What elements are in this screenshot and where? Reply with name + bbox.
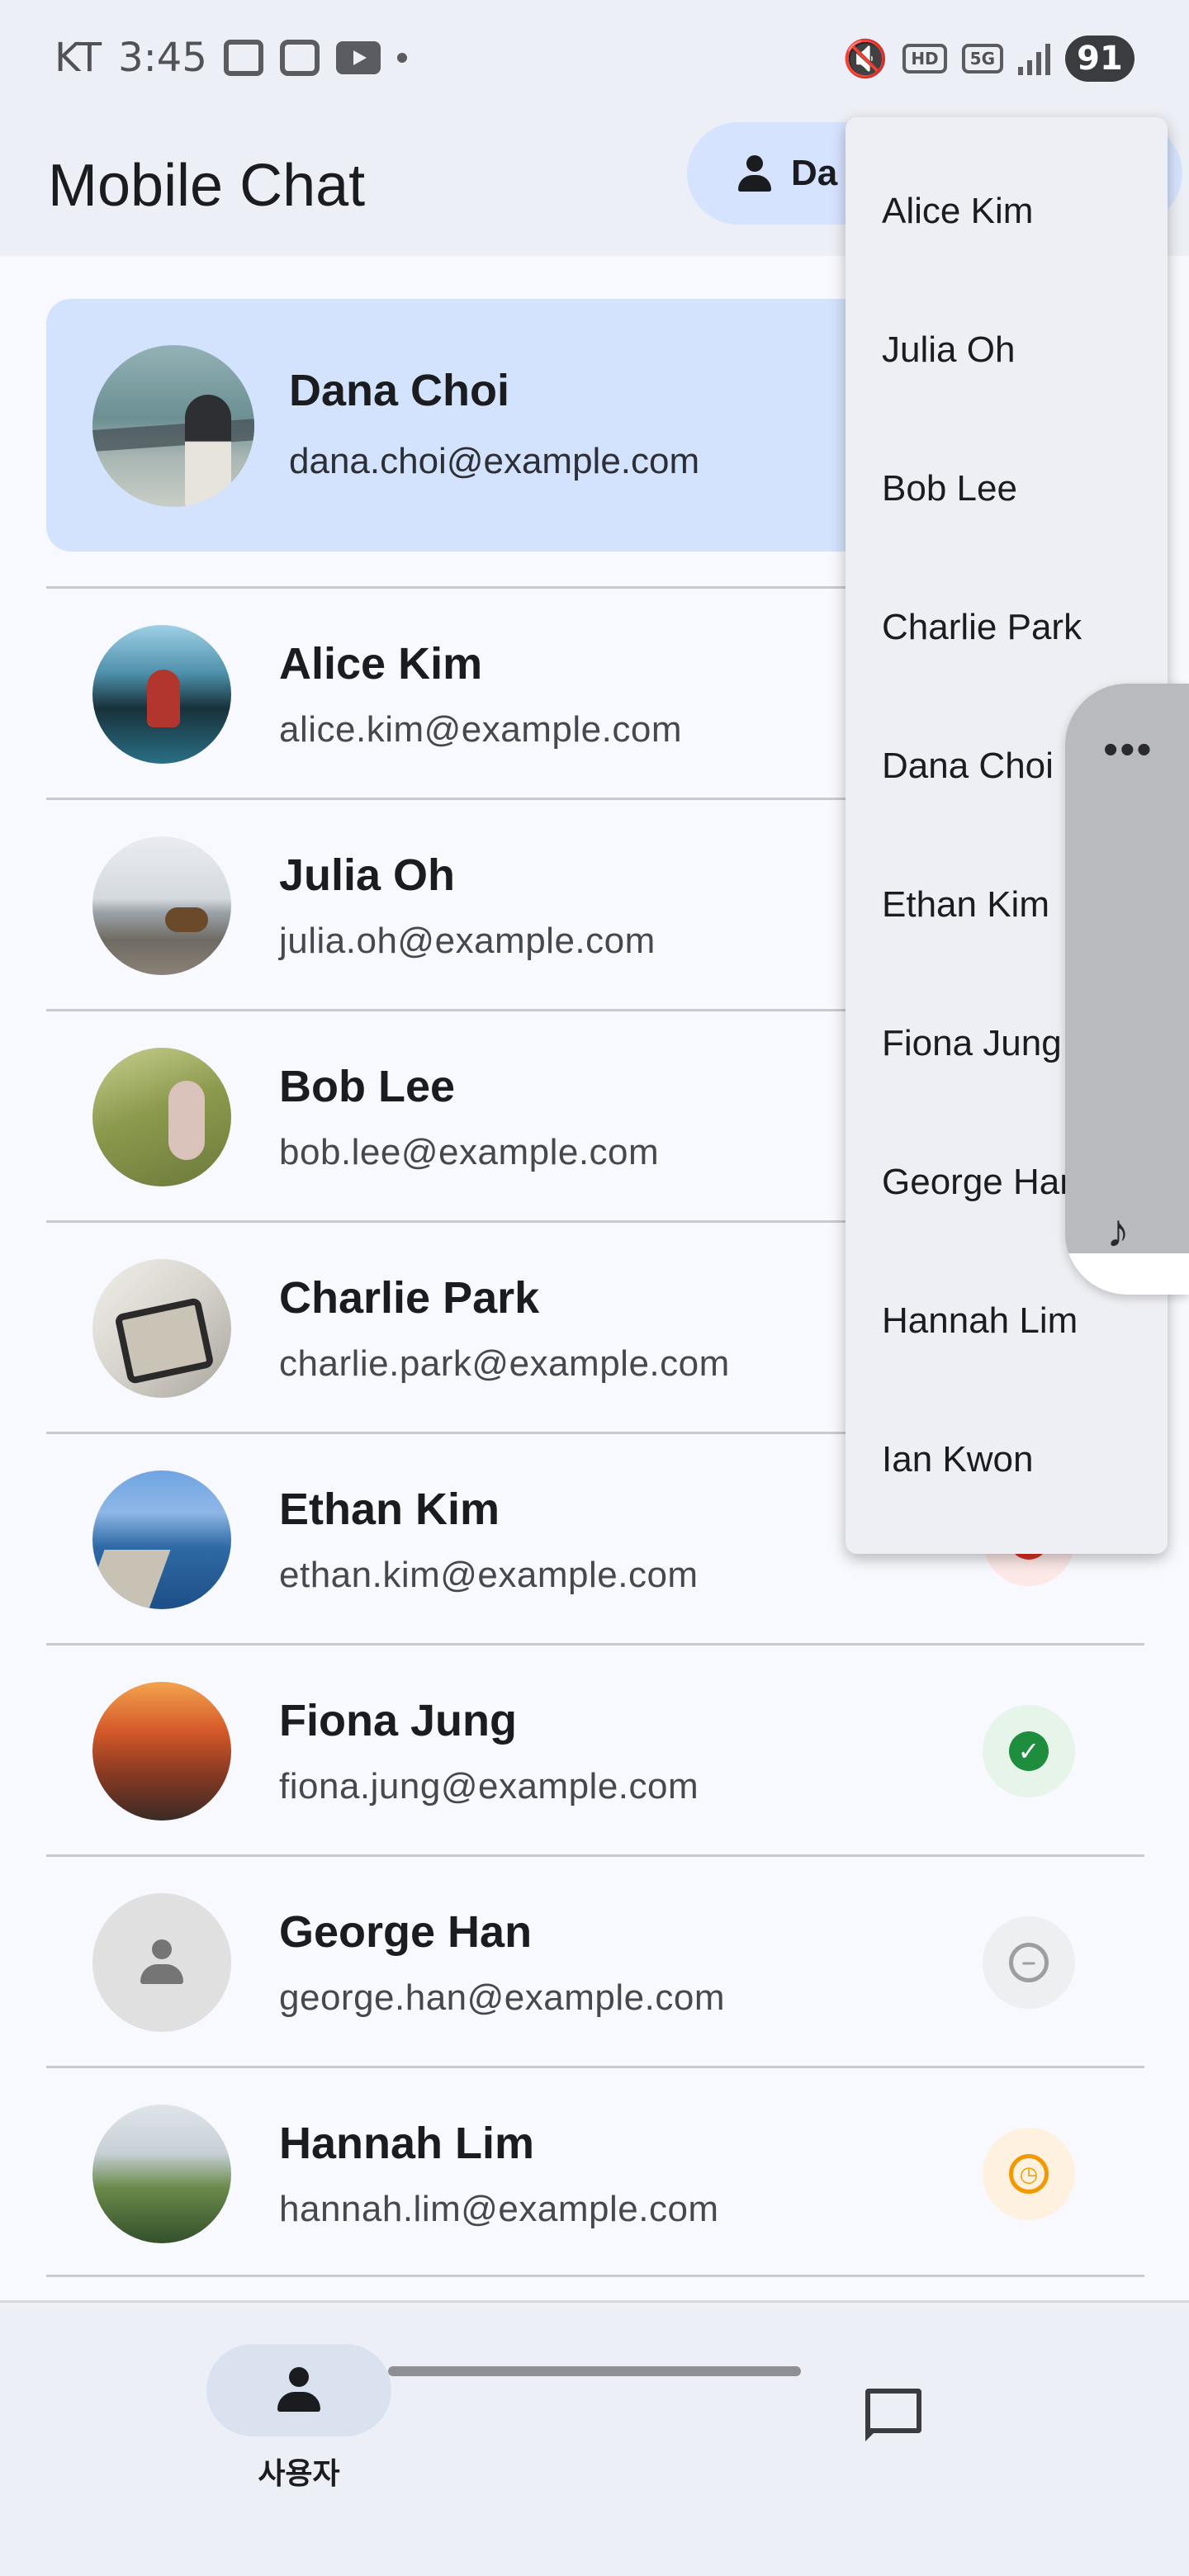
status-bar: KT 3:45 🔇 HD 5G 91 xyxy=(0,0,1189,116)
menu-item-charlie-park[interactable]: Charlie Park xyxy=(846,558,1168,697)
status-left: KT 3:45 xyxy=(54,31,407,84)
selected-user-name: Dana Choi xyxy=(289,366,510,415)
person-icon xyxy=(737,155,773,192)
status-badge: ✓ xyxy=(983,1705,1075,1797)
avatar xyxy=(92,836,231,975)
avatar xyxy=(92,1259,231,1398)
mute-icon: 🔇 xyxy=(842,38,888,80)
check-circle-icon: ✓ xyxy=(1009,1731,1049,1771)
contact-name: Hannah Lim xyxy=(279,2119,535,2168)
contact-email: ethan.kim@example.com xyxy=(279,1555,699,1595)
table-row[interactable]: Fiona Jung fiona.jung@example.com ✓ xyxy=(46,1643,1144,1854)
avatar xyxy=(92,2105,231,2243)
signal-icon xyxy=(1018,42,1050,75)
notification-dot-icon xyxy=(396,53,407,63)
contact-email: hannah.lim@example.com xyxy=(279,2189,719,2229)
contact-email: george.han@example.com xyxy=(279,1977,725,2018)
menu-item-ian-kwon[interactable]: Ian Kwon xyxy=(846,1390,1168,1529)
person-icon xyxy=(139,1939,185,1986)
status-badge: – xyxy=(983,1916,1075,2009)
more-horiz-icon[interactable]: ••• xyxy=(1103,728,1153,771)
menu-item-alice-kim[interactable]: Alice Kim xyxy=(846,142,1168,281)
contact-name: Ethan Kim xyxy=(279,1485,500,1534)
menu-item-bob-lee[interactable]: Bob Lee xyxy=(846,419,1168,558)
avatar xyxy=(92,1893,231,2032)
avatar xyxy=(92,1048,231,1186)
avatar xyxy=(92,345,254,507)
do-not-disturb-icon: – xyxy=(1009,1943,1049,1982)
avatar xyxy=(92,625,231,764)
contact-email: charlie.park@example.com xyxy=(279,1343,730,1384)
contact-email: julia.oh@example.com xyxy=(279,921,656,961)
table-row[interactable]: George Han george.han@example.com – xyxy=(46,1854,1144,2066)
contact-name: Bob Lee xyxy=(279,1062,456,1111)
contact-name: Julia Oh xyxy=(279,850,456,900)
bottom-navigation: 사용자 xyxy=(0,2300,1189,2576)
contact-email: fiona.jung@example.com xyxy=(279,1766,699,1807)
contact-name: Charlie Park xyxy=(279,1273,540,1323)
person-icon xyxy=(276,2367,322,2413)
user-chip-label: Da xyxy=(791,153,838,193)
clock-icon: ◷ xyxy=(1009,2154,1049,2194)
widget-handle xyxy=(1065,1253,1189,1295)
hd-tag: HD xyxy=(902,44,947,73)
page-title: Mobile Chat xyxy=(48,153,366,219)
carrier-label: KT xyxy=(54,35,102,81)
contact-name: Fiona Jung xyxy=(279,1696,517,1745)
nav-tab-users[interactable] xyxy=(206,2344,391,2436)
nav-tab-users-label: 사용자 xyxy=(258,2457,340,2491)
screenshot-icon xyxy=(223,40,263,76)
battery-indicator: 91 xyxy=(1065,36,1135,82)
contact-name: George Han xyxy=(279,1907,533,1957)
chat-bubble-icon[interactable] xyxy=(862,2385,925,2445)
music-note-icon[interactable]: ♪ xyxy=(1106,1204,1130,1257)
gesture-bar xyxy=(388,2366,801,2376)
youtube-icon xyxy=(335,41,381,74)
selected-user-email: dana.choi@example.com xyxy=(289,441,700,481)
network-5g-tag: 5G xyxy=(961,44,1003,73)
contact-email: bob.lee@example.com xyxy=(279,1132,660,1172)
status-right: 🔇 HD 5G 91 xyxy=(843,33,1135,84)
menu-item-julia-oh[interactable]: Julia Oh xyxy=(846,281,1168,419)
avatar xyxy=(92,1682,231,1821)
contact-name: Alice Kim xyxy=(279,639,483,689)
floating-music-widget[interactable]: ••• ♪ xyxy=(1065,684,1189,1295)
status-badge: ◷ xyxy=(983,2128,1075,2220)
table-row[interactable]: Hannah Lim hannah.lim@example.com ◷ xyxy=(46,2066,1144,2277)
clock: 3:45 xyxy=(118,35,207,81)
screen-record-icon xyxy=(279,40,320,76)
avatar xyxy=(92,1470,231,1609)
contact-email: alice.kim@example.com xyxy=(279,709,682,750)
